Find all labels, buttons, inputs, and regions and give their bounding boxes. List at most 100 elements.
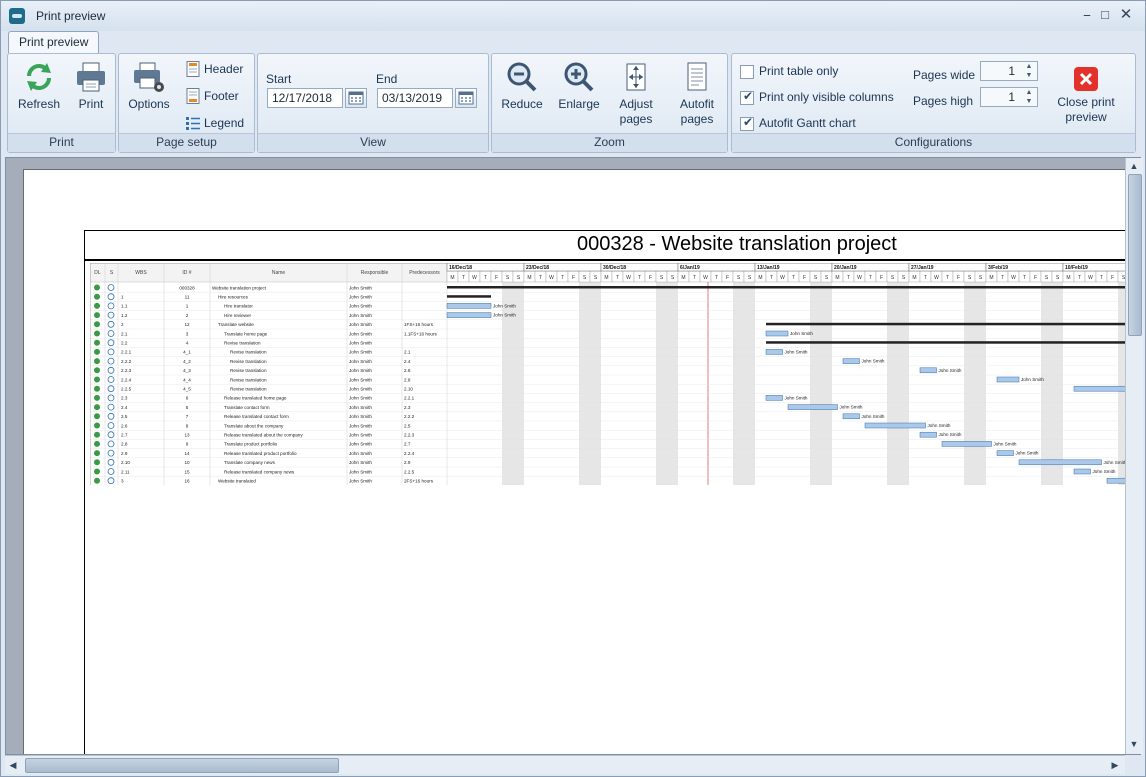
status-ok-icon [94, 284, 100, 291]
horizontal-scroll-thumb[interactable] [25, 758, 339, 773]
group-label-view: View [258, 133, 488, 152]
week-label: 20/Jan/19 [834, 265, 857, 271]
predecessors-cell: 2.2.4 [404, 451, 415, 456]
clock-icon [107, 431, 115, 439]
task-bar [919, 431, 937, 438]
status-ok-icon [94, 302, 100, 309]
printer-icon [77, 62, 105, 92]
vertical-scroll-thumb[interactable] [1128, 174, 1142, 336]
day-letter: M [912, 275, 916, 281]
day-letter: T [462, 275, 465, 281]
responsible-cell: John Smith [349, 414, 372, 419]
spin-down-icon[interactable]: ▼ [1023, 72, 1035, 80]
adjust-pages-icon [626, 63, 646, 91]
responsible-cell: John Smith [349, 396, 372, 401]
day-letter: F [726, 275, 729, 281]
task-bar-label: John Smith [785, 349, 808, 354]
minimize-icon[interactable]: ⎯ [1079, 7, 1095, 23]
column-header: DL [94, 270, 101, 276]
pages-high-spinner[interactable]: 1 ▲ ▼ [980, 87, 1038, 107]
weekend-shade [975, 282, 986, 485]
scroll-down-icon[interactable]: ▼ [1126, 736, 1142, 752]
wbs-cell: 2.3 [121, 396, 128, 401]
responsible-cell: John Smith [349, 359, 372, 364]
pages-wide-spinner[interactable]: 1 ▲ ▼ [980, 61, 1038, 81]
column-header: Predecessors [409, 270, 440, 276]
close-print-preview-button[interactable]: Close print preview [1050, 66, 1122, 125]
wbs-cell: 2.7 [121, 433, 128, 438]
responsible-cell: John Smith [349, 295, 372, 300]
day-letter: T [484, 275, 487, 281]
end-date-picker[interactable] [455, 88, 477, 108]
day-letter: T [770, 275, 773, 281]
options-button[interactable]: Options [123, 60, 175, 112]
id-cell: 2 [186, 313, 189, 318]
reduce-button[interactable]: Reduce [496, 60, 548, 112]
close-icon[interactable]: ✕ [1118, 7, 1134, 23]
scroll-left-icon[interactable]: ◀ [5, 757, 21, 773]
scroll-right-icon[interactable]: ▶ [1107, 757, 1123, 773]
status-ok-icon [94, 440, 100, 447]
responsible-cell: John Smith [349, 285, 372, 290]
clock-icon [107, 412, 115, 420]
clock-icon [107, 440, 115, 448]
task-bar-label: John Smith [994, 441, 1017, 446]
name-cell: Revise translation [230, 359, 267, 364]
maximize-icon[interactable]: □ [1097, 7, 1113, 23]
day-letter: W [549, 275, 554, 281]
task-bar-label: John Smith [1021, 377, 1044, 382]
checkbox-box [740, 65, 754, 79]
responsible-cell: John Smith [349, 442, 372, 447]
day-letter: T [539, 275, 542, 281]
zoom-in-icon [564, 62, 594, 92]
preview-area[interactable]: 000328 - Website translation project DL S… [5, 157, 1141, 755]
ribbon-tabs: Print preview [1, 31, 1145, 53]
print-group: Refresh Print Print [7, 53, 116, 153]
end-date-input[interactable]: 03/13/2019 [377, 88, 453, 108]
tab-print-preview[interactable]: Print preview [8, 31, 100, 53]
check-icon: ✔ [743, 115, 754, 129]
wbs-cell: 2 [121, 322, 124, 327]
horizontal-scrollbar[interactable]: ◀ ▶ [5, 755, 1125, 774]
start-date-picker[interactable] [345, 88, 367, 108]
week-label: 13/Jan/19 [757, 265, 780, 271]
id-cell: 15 [184, 469, 190, 474]
predecessors-cell: 2.2.1 [404, 396, 415, 401]
id-cell: 4_1 [183, 350, 191, 355]
name-cell: Hire translator [224, 304, 253, 309]
clock-icon [107, 458, 115, 466]
enlarge-button[interactable]: Enlarge [552, 60, 606, 112]
id-cell: 4_3 [183, 368, 191, 373]
predecessors-cell: 2.1 [404, 350, 411, 355]
status-ok-icon [94, 330, 100, 337]
task-bar [787, 404, 838, 410]
adjust-pages-button[interactable]: Adjust pages [610, 60, 662, 127]
end-label: End [376, 72, 398, 86]
scroll-up-icon[interactable]: ▲ [1126, 158, 1142, 174]
responsible-cell: John Smith [349, 322, 372, 327]
name-cell: Revise translation [230, 350, 267, 355]
summary-bar [447, 286, 1129, 289]
status-ok-icon [94, 404, 100, 411]
status-ok-icon [94, 348, 100, 355]
responsible-cell: John Smith [349, 479, 372, 484]
vertical-scrollbar[interactable]: ▲ ▼ [1125, 158, 1143, 754]
week-label: 16/Dec/18 [449, 265, 472, 271]
spin-down-icon[interactable]: ▼ [1023, 98, 1035, 106]
view-group: Start 12/17/2018 End 03/13/2019 View [257, 53, 489, 153]
id-cell: 9 [186, 442, 189, 447]
task-bar [842, 413, 860, 420]
spin-up-icon[interactable]: ▲ [1023, 89, 1035, 97]
name-cell: Release translated contact form [224, 414, 289, 419]
spin-up-icon[interactable]: ▲ [1023, 63, 1035, 71]
refresh-button[interactable]: Refresh [14, 60, 64, 112]
task-bar-label: John Smith [840, 405, 863, 410]
autofit-pages-button[interactable]: Autofit pages [670, 60, 724, 127]
print-button[interactable]: Print [70, 60, 112, 112]
start-date-input[interactable]: 12/17/2018 [267, 88, 343, 108]
clock-icon [107, 293, 115, 301]
page-content-frame: 000328 - Website translation project DL S… [84, 230, 1135, 754]
refresh-icon [27, 63, 51, 91]
clock-icon [107, 449, 115, 457]
responsible-cell: John Smith [349, 331, 372, 336]
